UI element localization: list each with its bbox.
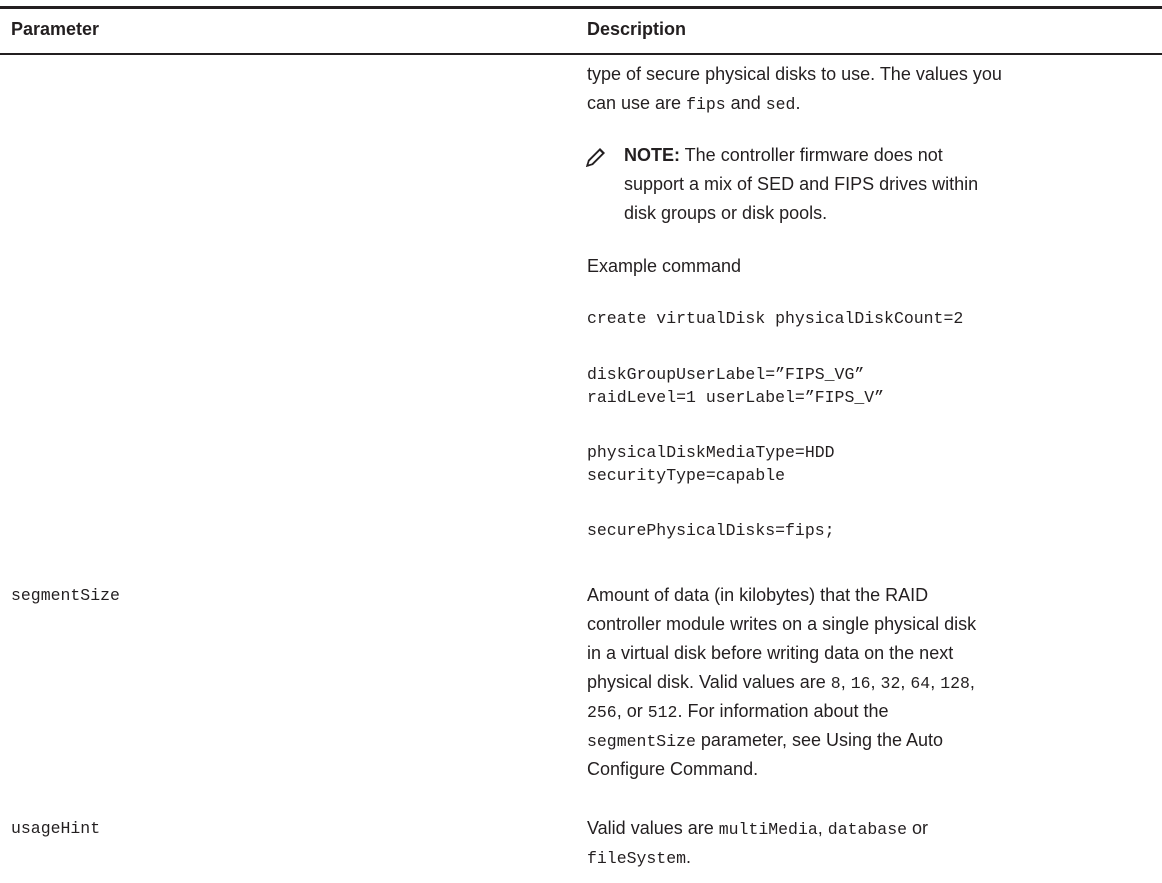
header-parameter: Parameter: [11, 19, 100, 39]
param-usage-hint: usageHint: [11, 819, 101, 838]
secure-disks-desc-line2: can use are fips and sed.: [587, 93, 801, 114]
segment-desc-line7: Configure Command.: [587, 759, 759, 779]
code-line-2: diskGroupUserLabel=”FIPS_VG” raidLevel=1…: [587, 365, 885, 407]
code-line-4: securePhysicalDisks=fips;: [587, 521, 835, 540]
segment-desc-line5: 256, or 512. For information about the: [587, 701, 889, 722]
header-description: Description: [587, 19, 687, 39]
segment-desc-line2: controller module writes on a single phy…: [587, 614, 977, 634]
param-segment-size: segmentSize: [11, 586, 120, 605]
pencil-note-icon: [586, 148, 605, 167]
segment-desc-line1: Amount of data (in kilobytes) that the R…: [587, 585, 929, 605]
parameter-table: Parameter Description type of secure phy…: [0, 0, 1162, 883]
note-label: NOTE:: [624, 145, 680, 165]
segment-desc-line6: segmentSize parameter, see Using the Aut…: [587, 730, 944, 751]
note-text: NOTE: The controller firmware does not s…: [624, 145, 979, 223]
value-sed: sed: [765, 95, 796, 114]
value-fips: fips: [686, 95, 726, 114]
header-rule: [0, 53, 1162, 55]
code-line-3: physicalDiskMediaType=HDD securityType=c…: [587, 443, 835, 485]
usage-desc-line2: fileSystem.: [587, 847, 692, 868]
example-command-label: Example command: [587, 256, 742, 276]
usage-desc-line1: Valid values are multiMedia, database or: [587, 818, 929, 839]
secure-disks-desc-line1: type of secure physical disks to use. Th…: [587, 64, 1002, 84]
segment-desc-line3: in a virtual disk before writing data on…: [587, 643, 954, 663]
table-top-rule: [0, 6, 1162, 9]
segment-desc-line4: physical disk. Valid values are 8, 16, 3…: [587, 672, 975, 693]
code-line-1: create virtualDisk physicalDiskCount=2: [587, 309, 964, 328]
